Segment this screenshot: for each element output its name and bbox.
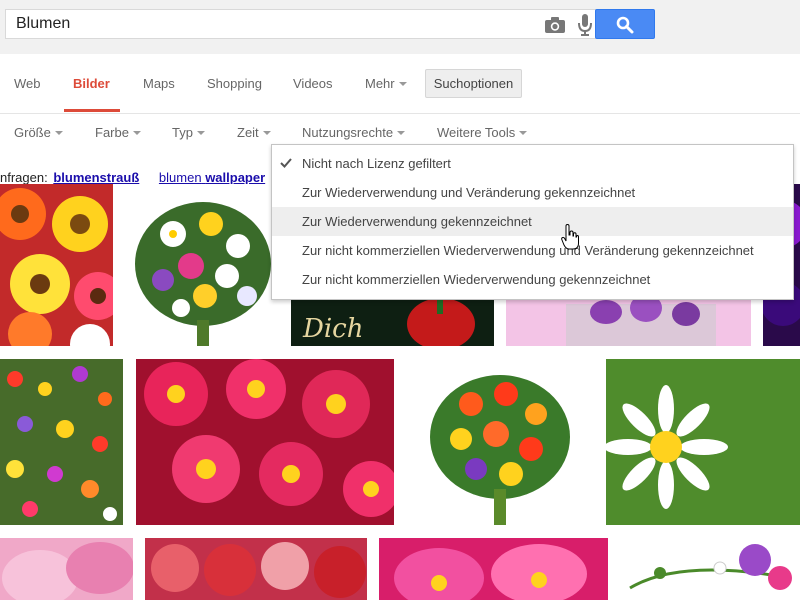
image-result[interactable] bbox=[406, 359, 594, 525]
menu-item-noncommercial-reuse[interactable]: Zur nicht kommerziellen Wiederverwendung… bbox=[272, 265, 793, 294]
menu-item-label: Zur Wiederverwendung gekennzeichnet bbox=[302, 214, 532, 229]
menu-item-reuse[interactable]: Zur Wiederverwendung gekennzeichnet bbox=[272, 207, 793, 236]
tool-time-label: Zeit bbox=[237, 125, 259, 140]
tab-web[interactable]: Web bbox=[14, 76, 41, 91]
menu-item-label: Zur Wiederverwendung und Veränderung gek… bbox=[302, 185, 636, 200]
menu-item-noncommercial-reuse-modify[interactable]: Zur nicht kommerziellen Wiederverwendung… bbox=[272, 236, 793, 265]
tab-more[interactable]: Mehr bbox=[365, 76, 407, 91]
chevron-down-icon bbox=[262, 130, 271, 135]
chevron-down-icon bbox=[397, 130, 406, 135]
image-result[interactable] bbox=[606, 359, 800, 525]
search-icon bbox=[616, 16, 634, 34]
tool-size[interactable]: Größe bbox=[14, 125, 63, 140]
chevron-down-icon bbox=[54, 130, 63, 135]
pink-plumeria-thumbnail bbox=[394, 544, 587, 600]
tool-color-label: Farbe bbox=[95, 125, 129, 140]
related-searches: nfragen: blumenstrauß blumen wallpaper bbox=[0, 170, 265, 185]
menu-item-reuse-modify[interactable]: Zur Wiederverwendung und Veränderung gek… bbox=[272, 178, 793, 207]
image-result[interactable] bbox=[145, 538, 367, 600]
camera-icon[interactable] bbox=[544, 16, 566, 34]
image-result[interactable] bbox=[0, 184, 113, 346]
tool-usage-rights-label: Nutzungsrechte bbox=[302, 125, 394, 140]
tool-type[interactable]: Typ bbox=[172, 125, 205, 140]
plumeria-thumbnail bbox=[2, 542, 133, 600]
related-link-blumenstrauss[interactable]: blumenstrauß bbox=[53, 170, 139, 185]
image-result[interactable] bbox=[136, 359, 394, 525]
meadow-flowers-thumbnail bbox=[0, 359, 123, 525]
chevron-down-icon bbox=[398, 81, 407, 86]
active-tab-indicator bbox=[64, 109, 120, 112]
tool-more-tools-label: Weitere Tools bbox=[437, 125, 516, 140]
tool-type-label: Typ bbox=[172, 125, 193, 140]
tab-more-label: Mehr bbox=[365, 76, 395, 91]
daisy-thumbnail bbox=[606, 359, 800, 525]
tab-videos[interactable]: Videos bbox=[293, 76, 333, 91]
menu-item-label: Nicht nach Lizenz gefiltert bbox=[302, 156, 451, 171]
related-prefix: nfragen: bbox=[0, 170, 48, 185]
chevron-down-icon bbox=[132, 130, 141, 135]
image-result[interactable] bbox=[379, 538, 608, 600]
roses-thumbnail bbox=[151, 542, 366, 598]
chevron-down-icon bbox=[196, 130, 205, 135]
menu-item-not-filtered[interactable]: Nicht nach Lizenz gefiltert bbox=[272, 149, 793, 178]
menu-item-label: Zur nicht kommerziellen Wiederverwendung… bbox=[302, 272, 651, 287]
related-link-text-bold: wallpaper bbox=[205, 170, 266, 185]
image-result[interactable] bbox=[0, 359, 123, 525]
image-overlay-text: Dich bbox=[303, 314, 364, 344]
tool-size-label: Größe bbox=[14, 125, 51, 140]
search-header bbox=[0, 0, 800, 54]
tab-images[interactable]: Bilder bbox=[73, 76, 110, 91]
image-result[interactable] bbox=[0, 538, 133, 600]
image-result[interactable] bbox=[620, 538, 800, 600]
tool-color[interactable]: Farbe bbox=[95, 125, 141, 140]
flower-thumbnail bbox=[0, 188, 113, 346]
search-box bbox=[5, 9, 596, 39]
orange-bouquet-thumbnail bbox=[430, 375, 570, 525]
related-link-blumen-wallpaper[interactable]: blumen wallpaper bbox=[159, 170, 265, 185]
usage-rights-menu: Nicht nach Lizenz gefiltert Zur Wiederve… bbox=[271, 144, 794, 300]
chevron-down-icon bbox=[519, 130, 528, 135]
search-input[interactable] bbox=[16, 10, 516, 38]
search-tools-button[interactable]: Suchoptionen bbox=[425, 69, 522, 98]
tool-more-tools[interactable]: Weitere Tools bbox=[437, 125, 528, 140]
tab-shopping[interactable]: Shopping bbox=[207, 76, 262, 91]
related-link-text: blumenstrauß bbox=[53, 170, 140, 185]
search-tabs: Web Bilder Maps Shopping Videos Mehr Suc… bbox=[0, 54, 800, 114]
menu-item-label: Zur nicht kommerziellen Wiederverwendung… bbox=[302, 243, 754, 258]
search-button[interactable] bbox=[595, 9, 655, 39]
related-link-text: blumen bbox=[158, 170, 202, 185]
check-icon bbox=[280, 158, 292, 168]
pink-asters-thumbnail bbox=[136, 359, 394, 525]
bouquet-thumbnail bbox=[135, 202, 271, 346]
image-result[interactable] bbox=[123, 184, 281, 346]
microphone-icon[interactable] bbox=[577, 13, 593, 37]
tool-usage-rights[interactable]: Nutzungsrechte bbox=[302, 125, 406, 140]
tab-maps[interactable]: Maps bbox=[143, 76, 175, 91]
tool-time[interactable]: Zeit bbox=[237, 125, 271, 140]
wildflowers-thumbnail bbox=[629, 544, 792, 590]
